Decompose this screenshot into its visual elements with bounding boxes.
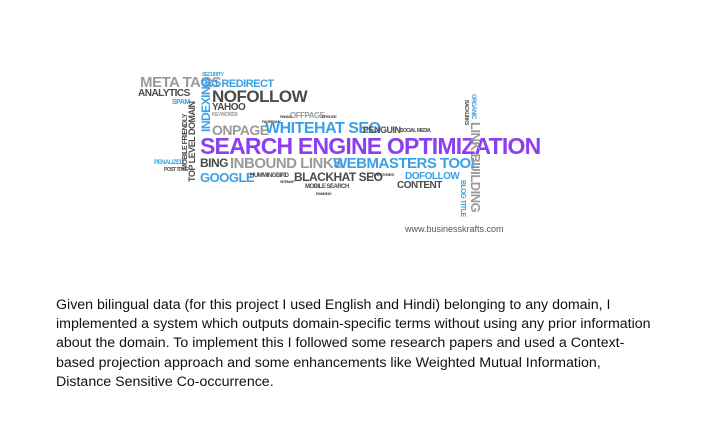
cloud-word: PENALIZED	[154, 160, 184, 166]
watermark: www.businesskrafts.com	[405, 224, 504, 234]
cloud-word: BLACKHAT SEO	[294, 170, 383, 184]
cloud-word: EPISODE	[322, 114, 337, 119]
cloud-word-vertical: LINK BUILDING	[468, 122, 483, 213]
cloud-word: DIRECTORIES	[372, 172, 394, 177]
cloud-word: RANKING	[316, 191, 332, 196]
project-description: Given bilingual data (for this project I…	[56, 297, 651, 390]
cloud-word: SITEMAP	[280, 179, 295, 184]
cloud-word-vertical: TOP LEVEL DOMAIN	[187, 101, 197, 182]
cloud-word: CONTENT	[397, 180, 442, 191]
cloud-word: ANALYTICS	[138, 88, 190, 99]
seo-word-cloud-image: META TAGS SECURITY 301 REDIRECT ANALYTIC…	[130, 70, 541, 240]
cloud-word: OFFPAGE	[290, 111, 325, 120]
cloud-word: INBOUND LINKS	[230, 155, 343, 172]
cloud-word: PANDA	[280, 114, 292, 119]
cloud-word-vertical: INDEXING	[199, 77, 213, 132]
cloud-word: MOBILE SEARCH	[305, 184, 349, 190]
cloud-word: WEBMASTERS TOOL	[333, 155, 480, 172]
cloud-word-vertical: ORGANIC	[470, 94, 476, 119]
cloud-word: BING	[200, 156, 229, 170]
cloud-word-vertical: BLOG TITLE	[459, 180, 466, 217]
cloud-word: GOOGLE	[200, 170, 255, 185]
cloud-word: KEYWORDS	[212, 112, 238, 118]
